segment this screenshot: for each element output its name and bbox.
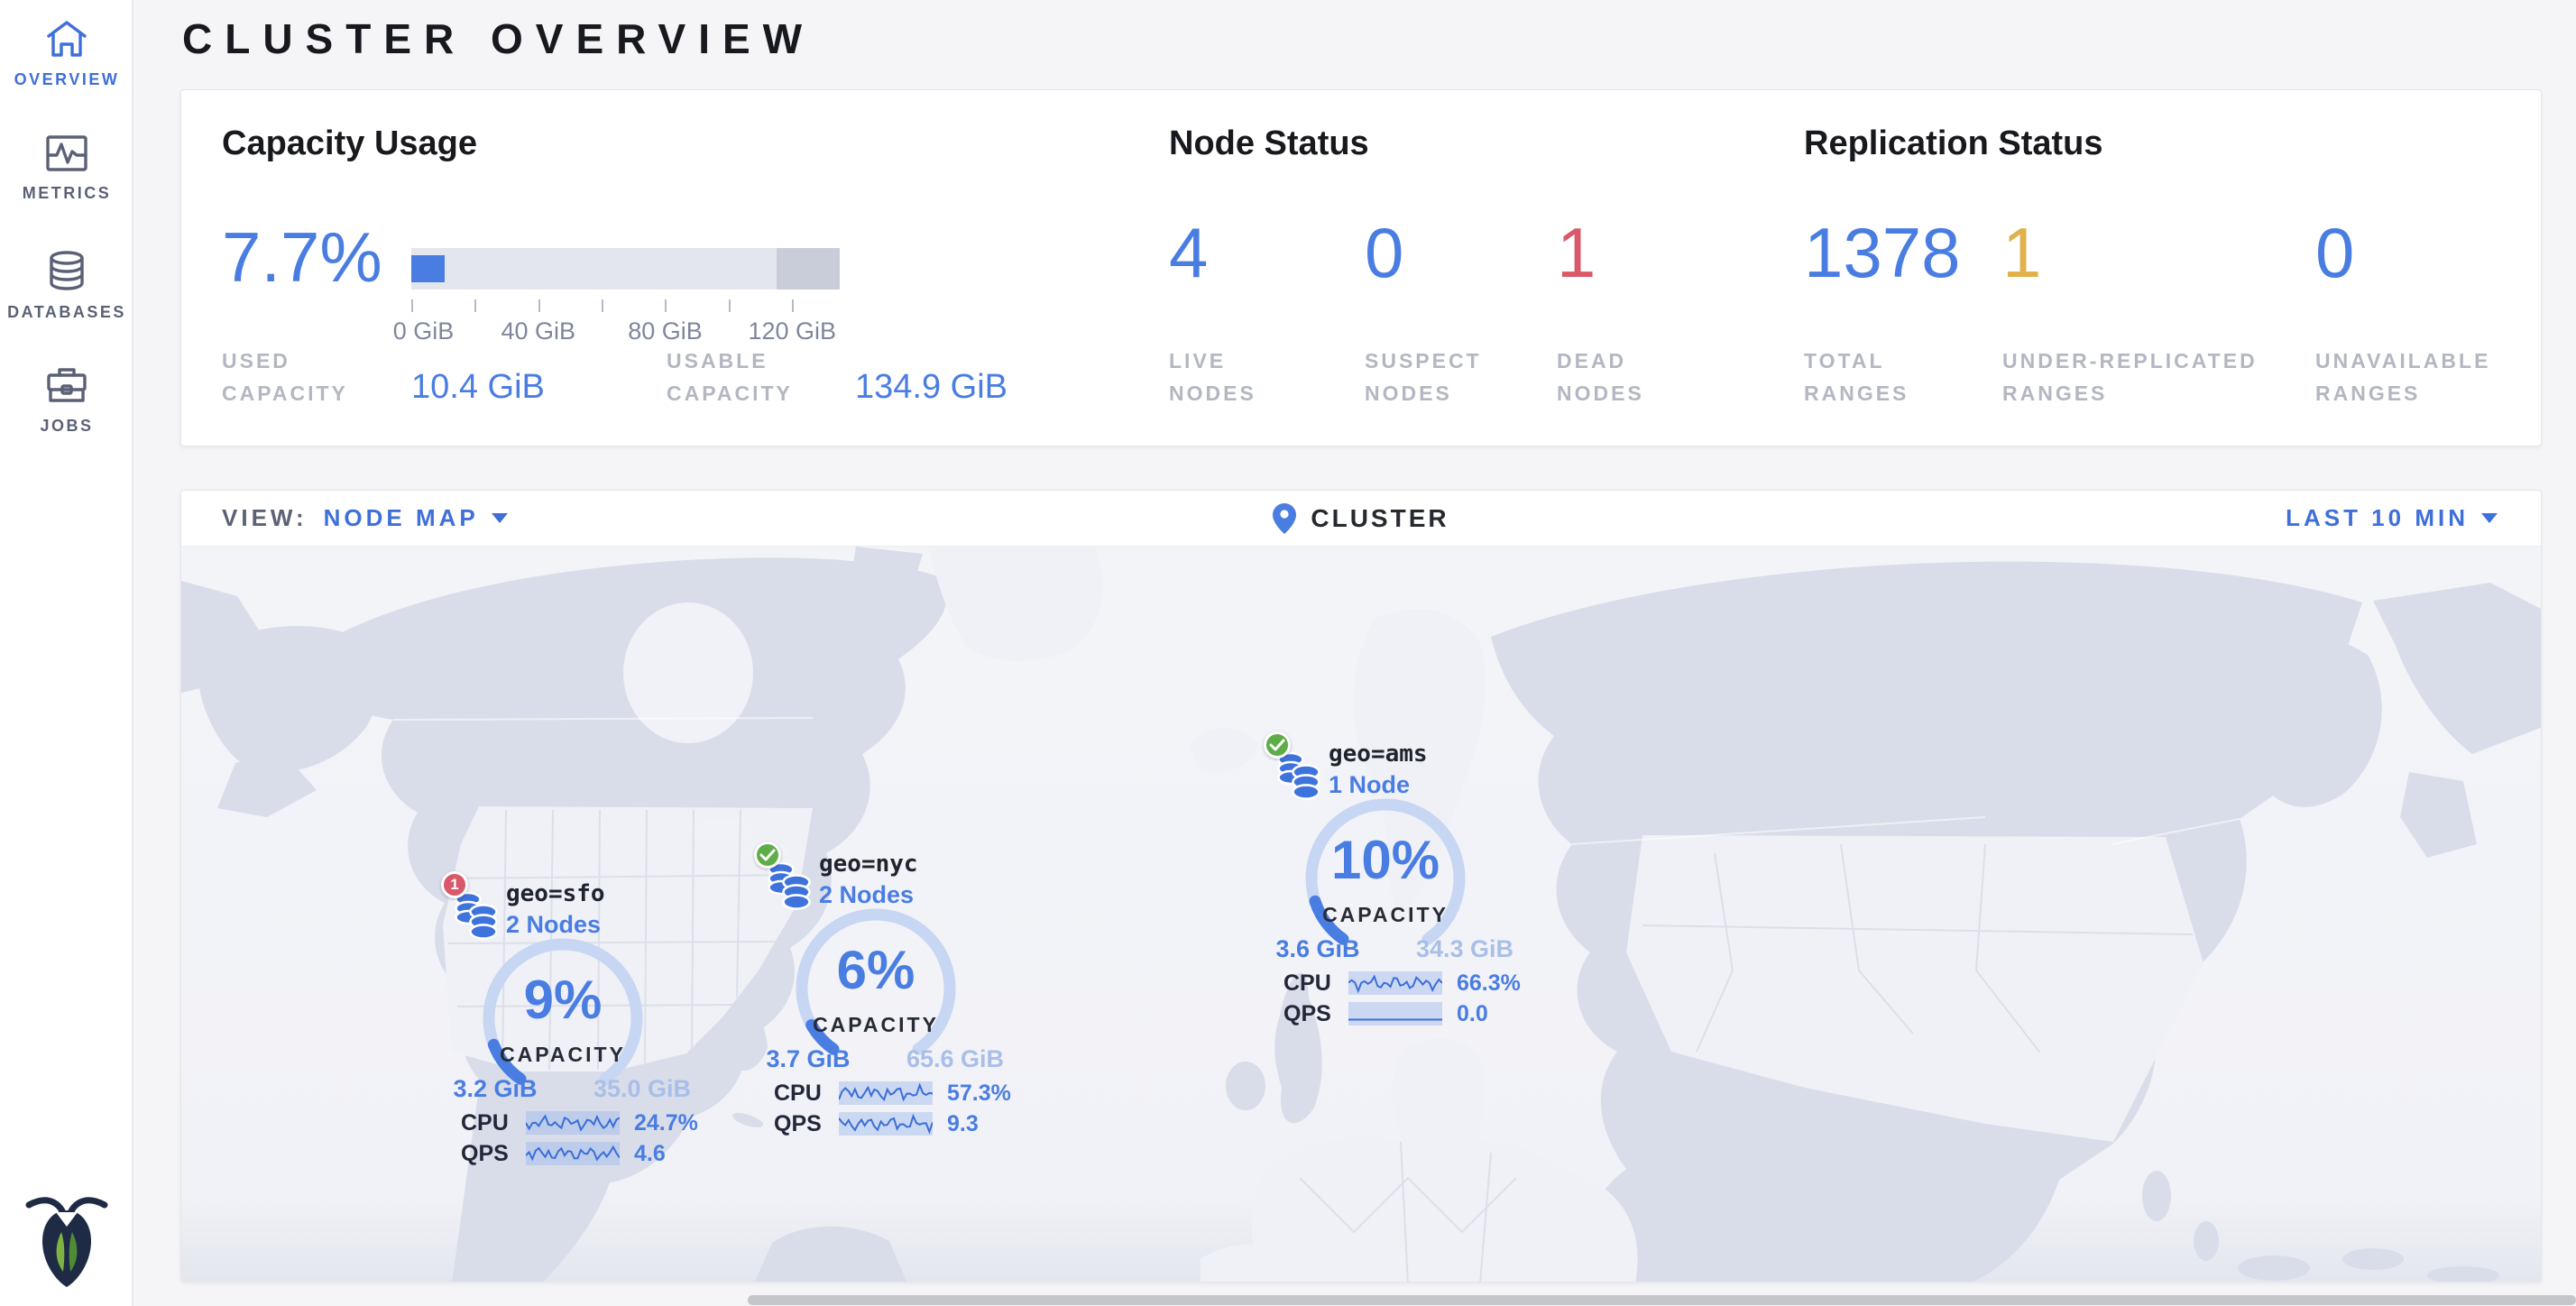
gauge-used-value: 3.7 GiB xyxy=(754,1045,862,1073)
total-ranges-count: 1378 xyxy=(1804,212,1961,294)
cluster-summary-card: Capacity Usage 7.7% 0 GiB40 GiB80 GiB120… xyxy=(180,89,2542,446)
qps-label: QPS xyxy=(774,1111,824,1137)
under-replicated-ranges-count: 1 xyxy=(2002,212,2041,294)
used-capacity-value: 10.4 GiB xyxy=(411,368,545,407)
home-icon xyxy=(46,20,87,58)
suspect-nodes-count: 0 xyxy=(1365,212,1403,294)
cpu-label: CPU xyxy=(774,1081,824,1107)
used-capacity-label: USEDCAPACITY xyxy=(222,345,348,409)
view-label: VIEW: xyxy=(222,504,308,532)
chevron-down-icon xyxy=(492,513,508,523)
sidebar-item-label: DATABASES xyxy=(7,303,126,322)
unavailable-ranges-label: UNAVAILABLERANGES xyxy=(2315,345,2490,409)
location-pin-icon xyxy=(1273,503,1296,534)
locality-nyc[interactable]: geo=nyc 2 Nodes 6% CAPACITY 3.7 GiB 65.6… xyxy=(754,840,1052,1146)
time-range-dropdown[interactable]: LAST 10 MIN xyxy=(2286,504,2498,532)
qps-value: 0.0 xyxy=(1457,1001,1488,1027)
under-replicated-ranges-label: UNDER-REPLICATEDRANGES xyxy=(2002,345,2258,409)
cockroachdb-logo xyxy=(22,1191,112,1290)
capacity-axis-ticks xyxy=(411,299,840,314)
healthy-check-badge xyxy=(1264,731,1291,759)
cpu-label: CPU xyxy=(461,1110,511,1136)
gauge-percent: 6% xyxy=(790,939,961,1001)
database-icon xyxy=(49,251,85,290)
chevron-down-icon xyxy=(2481,513,2498,523)
capacity-bar-used-segment xyxy=(411,255,445,282)
total-ranges-label: TOTALRANGES xyxy=(1804,345,1909,409)
gauge-percent: 9% xyxy=(477,969,649,1031)
usable-capacity-label: USABLECAPACITY xyxy=(667,345,793,409)
gauge-percent: 10% xyxy=(1300,829,1471,891)
node-map-card: CLUSTER VIEW: NODE MAP LAST 10 MIN xyxy=(180,490,2542,1283)
cpu-sparkline xyxy=(526,1109,620,1136)
locality-name: geo=ams xyxy=(1329,740,1428,768)
healthy-check-badge xyxy=(754,842,781,869)
qps-sparkline xyxy=(839,1110,933,1137)
dead-nodes-label: DEADNODES xyxy=(1557,345,1644,409)
qps-sparkline xyxy=(526,1140,620,1167)
capacity-bar xyxy=(411,248,840,290)
sidebar-item-metrics[interactable]: METRICS xyxy=(0,115,133,231)
gauge-caption: CAPACITY xyxy=(1300,903,1471,927)
qps-value: 9.3 xyxy=(947,1111,979,1137)
dead-nodes-count: 1 xyxy=(1557,212,1596,294)
cpu-value: 57.3% xyxy=(947,1081,1011,1107)
gauge-usable-value: 34.3 GiB xyxy=(1406,935,1523,963)
page-title: CLUSTER OVERVIEW xyxy=(182,14,814,63)
sidebar-item-label: OVERVIEW xyxy=(14,70,120,89)
sidebar-item-label: METRICS xyxy=(23,184,112,203)
map-breadcrumb: CLUSTER xyxy=(181,503,2541,534)
gauge-used-value: 3.2 GiB xyxy=(441,1075,549,1103)
gauge-caption: CAPACITY xyxy=(790,1013,961,1037)
live-nodes-count: 4 xyxy=(1169,212,1208,294)
suspect-nodes-label: SUSPECTNODES xyxy=(1365,345,1482,409)
metrics-icon xyxy=(46,135,87,171)
breadcrumb-cluster[interactable]: CLUSTER xyxy=(1311,504,1449,533)
locality-name: geo=nyc xyxy=(819,851,918,878)
sidebar-item-databases[interactable]: DATABASES xyxy=(0,231,133,346)
capacity-usage-title: Capacity Usage xyxy=(222,124,477,163)
node-status-title: Node Status xyxy=(1169,124,1369,163)
gauge-usable-value: 65.6 GiB xyxy=(897,1045,1014,1073)
qps-label: QPS xyxy=(1283,1001,1334,1027)
sidebar-item-label: JOBS xyxy=(40,417,93,436)
cpu-value: 24.7% xyxy=(634,1110,698,1136)
map-toolbar: CLUSTER VIEW: NODE MAP LAST 10 MIN xyxy=(181,491,2541,547)
gauge-caption: CAPACITY xyxy=(477,1043,649,1067)
dead-node-badge: 1 xyxy=(441,871,468,898)
locality-name: geo=sfo xyxy=(506,880,605,907)
cpu-label: CPU xyxy=(1283,970,1334,997)
replication-status-title: Replication Status xyxy=(1804,124,2103,163)
sidebar-item-jobs[interactable]: JOBS xyxy=(0,346,133,462)
locality-sfo[interactable]: 1 geo=sfo 2 Nodes 9% CAPACITY 3.2 GiB 35… xyxy=(441,869,739,1176)
view-mode-dropdown[interactable]: NODE MAP xyxy=(324,504,508,532)
sidebar: OVERVIEW METRICS DATABASES JOBS xyxy=(0,0,133,1306)
qps-value: 4.6 xyxy=(634,1141,666,1167)
sidebar-item-overview[interactable]: OVERVIEW xyxy=(0,0,133,115)
cpu-sparkline xyxy=(839,1080,933,1107)
live-nodes-label: LIVENODES xyxy=(1169,345,1256,409)
locality-ams[interactable]: geo=ams 1 Node 10% CAPACITY 3.6 GiB 34.3… xyxy=(1264,730,1561,1036)
cpu-value: 66.3% xyxy=(1457,970,1521,997)
gauge-usable-value: 35.0 GiB xyxy=(584,1075,701,1103)
briefcase-icon xyxy=(46,366,87,404)
cpu-sparkline xyxy=(1348,970,1442,997)
qps-label: QPS xyxy=(461,1141,511,1167)
qps-sparkline xyxy=(1348,1000,1442,1027)
unavailable-ranges-count: 0 xyxy=(2315,212,2354,294)
world-map: 1 geo=sfo 2 Nodes 9% CAPACITY 3.2 GiB 35… xyxy=(181,547,2542,1283)
capacity-percent: 7.7% xyxy=(222,216,382,299)
capacity-bar-reserved-segment xyxy=(777,248,840,290)
capacity-axis-labels: 0 GiB40 GiB80 GiB120 GiB xyxy=(411,317,840,348)
horizontal-scrollbar-thumb[interactable] xyxy=(748,1295,2576,1305)
gauge-used-value: 3.6 GiB xyxy=(1264,935,1372,963)
usable-capacity-value: 134.9 GiB xyxy=(855,368,1007,407)
